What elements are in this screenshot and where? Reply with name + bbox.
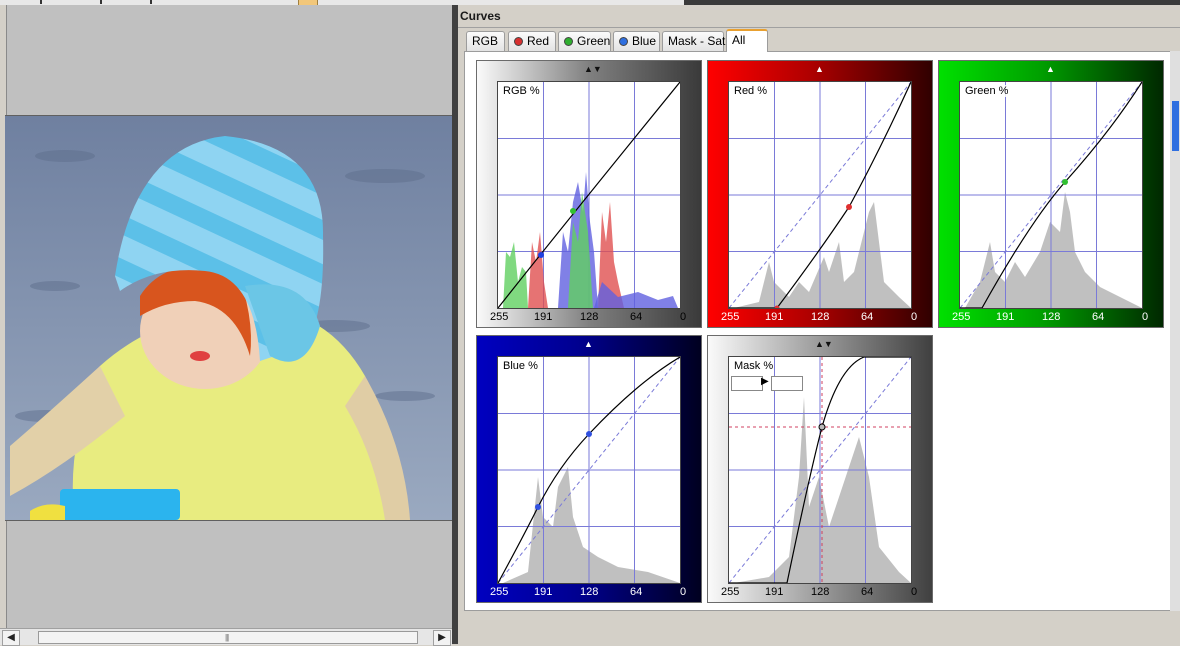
tab-label: Green [577, 34, 611, 48]
tick-mark [100, 0, 102, 4]
curve-graph-green[interactable]: Green % [959, 81, 1143, 309]
x-tick: 0 [911, 586, 918, 598]
tab-mask-sat[interactable]: Mask - Sat [662, 31, 726, 51]
tick-mark [150, 0, 152, 4]
curve-label: RGB % [502, 85, 541, 97]
x-tick: 0 [911, 311, 918, 323]
horizontal-scrollbar[interactable]: ◀ ||| ▶ [0, 628, 452, 646]
up-down-arrow-icon[interactable]: ▲ [584, 339, 593, 349]
curve-panel-green: ▲ Green % 255 191 128 64 0 [938, 60, 1164, 328]
panel-scrollbar[interactable] [1170, 51, 1180, 611]
curve-graph-mask[interactable]: Mask % ▶ [728, 356, 912, 584]
grip-icon: ||| [225, 633, 229, 642]
x-tick: 128 [811, 311, 830, 323]
up-down-arrow-icon[interactable]: ▲ [815, 64, 824, 74]
panel-title: Curves [460, 9, 501, 23]
curve-graph-red[interactable]: Red % [728, 81, 912, 309]
mask-output-field[interactable] [771, 376, 803, 391]
curve-graph-blue[interactable]: Blue % [497, 356, 681, 584]
curve-label: Green % [964, 85, 1010, 97]
x-tick: 255 [721, 586, 740, 598]
curve-panel-rgb: ▲▼ RGB % 255 191 128 64 0 [476, 60, 702, 328]
x-tick: 64 [630, 586, 643, 598]
tick-mark [40, 0, 42, 4]
up-down-arrow-icon[interactable]: ▲ [1046, 64, 1055, 74]
x-tick: 255 [721, 311, 740, 323]
x-tick: 0 [680, 586, 687, 598]
mask-input-field[interactable] [731, 376, 763, 391]
x-tick: 128 [811, 586, 830, 598]
tab-label: Mask - Sat [668, 34, 726, 48]
chevron-right-icon: ▶ [438, 632, 446, 643]
tab-label: All [732, 33, 746, 47]
chevron-left-icon: ◀ [7, 632, 15, 643]
title-divider [458, 27, 1180, 28]
x-tick: 64 [1092, 311, 1105, 323]
up-down-arrow-icon[interactable]: ▲▼ [815, 339, 833, 349]
x-tick: 255 [490, 586, 509, 598]
x-tick: 128 [580, 311, 599, 323]
x-tick: 128 [580, 586, 599, 598]
curve-label: Blue % [502, 360, 539, 372]
tab-rgb[interactable]: RGB [466, 31, 505, 51]
x-tick: 64 [861, 311, 874, 323]
x-tick: 64 [861, 586, 874, 598]
curve-panel-blue: ▲ Blue % 255 191 128 64 0 [476, 335, 702, 603]
tab-red[interactable]: Red [508, 31, 556, 51]
x-tick: 191 [765, 311, 784, 323]
x-tick: 255 [952, 311, 971, 323]
red-dot-icon [514, 37, 523, 46]
tab-blue[interactable]: Blue [613, 31, 660, 51]
curve-panel-red: ▲ Red % 255 191 128 64 0 [707, 60, 933, 328]
x-tick: 191 [534, 311, 553, 323]
curve-graph-rgb[interactable]: RGB % [497, 81, 681, 309]
x-tick: 64 [630, 311, 643, 323]
photo-preview[interactable] [5, 115, 452, 521]
x-tick: 191 [996, 311, 1015, 323]
x-tick: 255 [490, 311, 509, 323]
up-down-arrow-icon[interactable]: ▲▼ [584, 64, 602, 74]
photo-image [5, 116, 452, 520]
blue-dot-icon [619, 37, 628, 46]
scroll-thumb[interactable]: ||| [38, 631, 418, 644]
curve-label: Mask % [733, 360, 775, 372]
tab-label: Red [527, 34, 550, 48]
right-arrow-icon: ▶ [761, 376, 769, 387]
green-dot-icon [564, 37, 573, 46]
x-tick: 0 [680, 311, 687, 323]
curve-panel-mask: ▲▼ Mask % ▶ 255 191 128 64 0 [707, 335, 933, 603]
x-tick: 0 [1142, 311, 1149, 323]
x-tick: 191 [534, 586, 553, 598]
tab-all[interactable]: All [726, 29, 768, 52]
x-tick: 191 [765, 586, 784, 598]
x-tick: 128 [1042, 311, 1061, 323]
scroll-thumb[interactable] [1172, 101, 1179, 151]
curve-label: Red % [733, 85, 769, 97]
tab-green[interactable]: Green [558, 31, 611, 51]
tab-label: Blue [632, 34, 657, 48]
tab-label: RGB [472, 34, 499, 48]
